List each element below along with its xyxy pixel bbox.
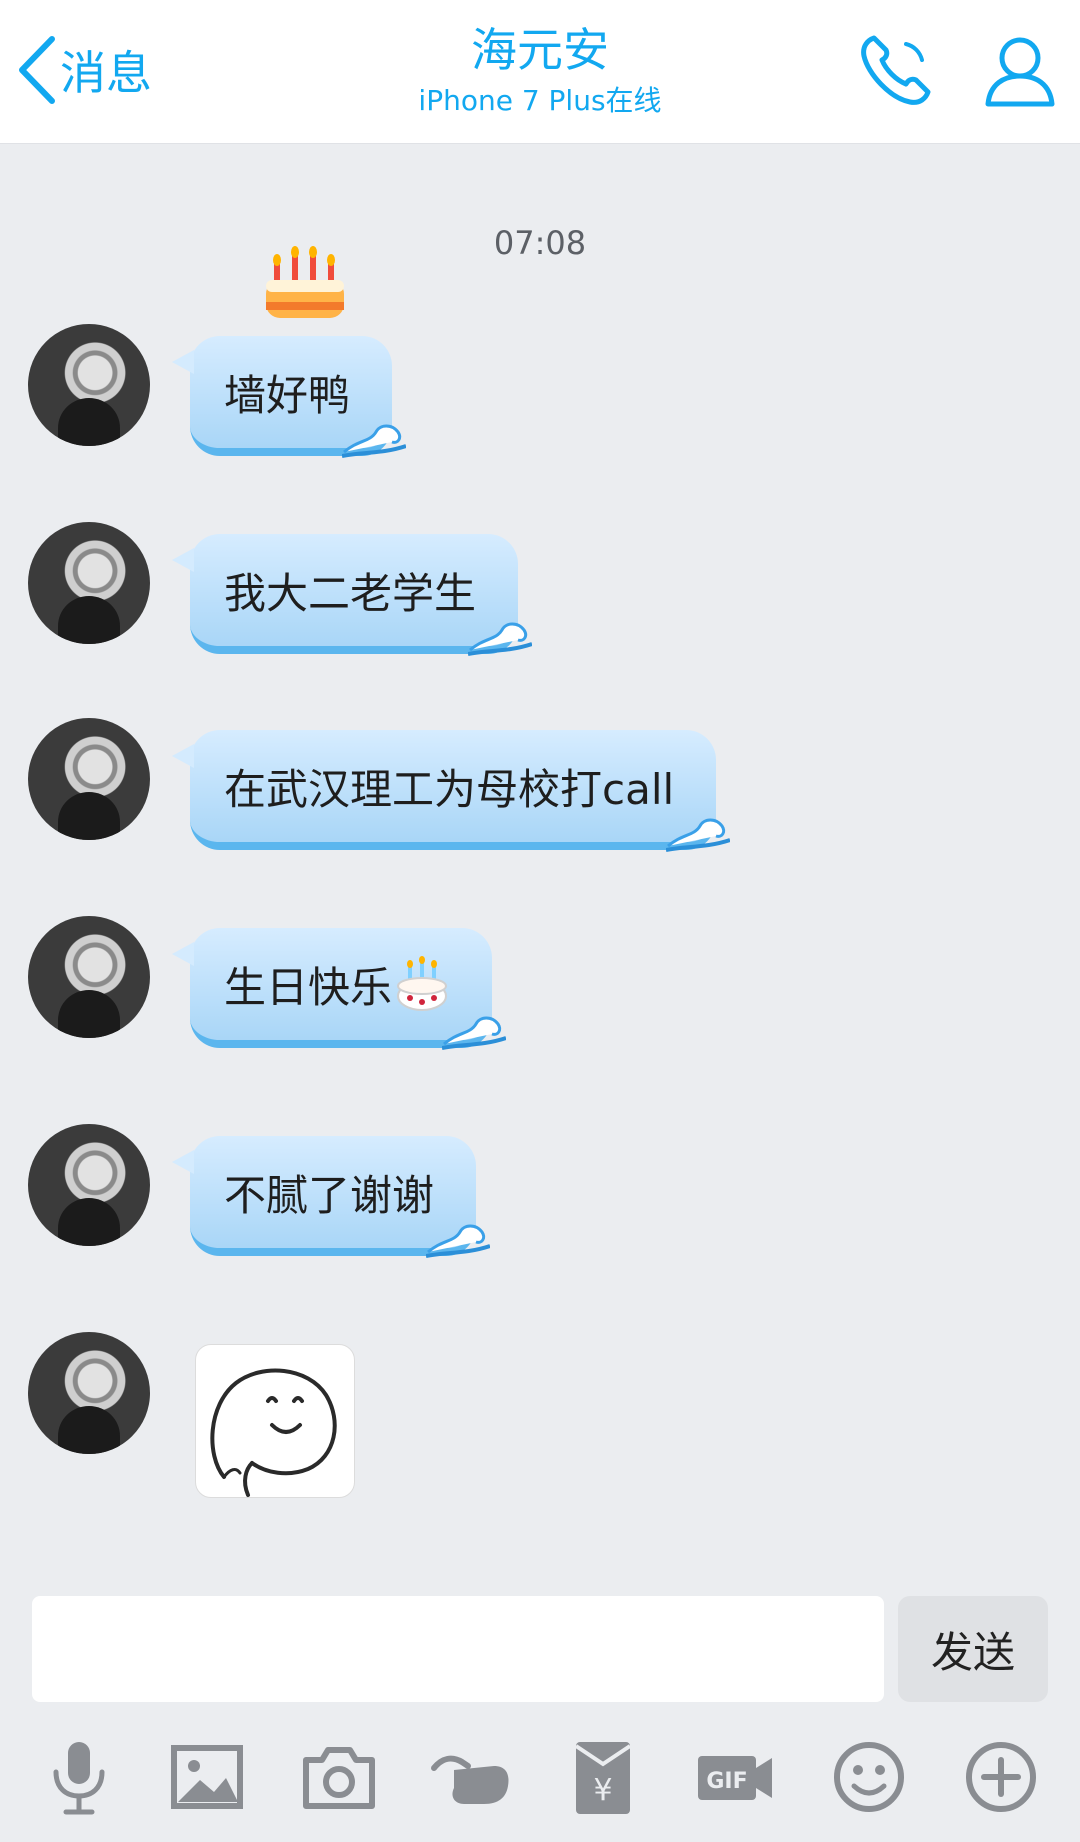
phone-icon[interactable] [856, 30, 936, 110]
message-text: 在武汉理工为母校打call [224, 764, 675, 814]
message-bubble[interactable]: 墙好鸭 [171, 336, 407, 458]
contact-avatar[interactable] [28, 324, 150, 446]
wave-decoration-icon [468, 622, 533, 656]
message-text: 我大二老学生 [224, 568, 477, 618]
camera-icon[interactable] [296, 1734, 382, 1820]
smiley-face-sticker[interactable] [195, 1344, 355, 1498]
cake-icon [266, 246, 344, 318]
red-envelope-icon[interactable]: ¥ [560, 1734, 646, 1820]
message-timestamp: 07:08 [493, 224, 587, 262]
message-text: 墙好鸭 [224, 370, 351, 420]
poke-hand-icon[interactable] [428, 1734, 514, 1820]
wave-decoration-icon [426, 1224, 491, 1258]
input-toolbar: ¥ GIF [0, 1734, 1080, 1824]
microphone-icon[interactable] [36, 1734, 122, 1820]
message-input[interactable] [32, 1596, 884, 1702]
chevron-left-icon [19, 36, 55, 104]
message-text: 生日快乐 [224, 962, 393, 1012]
message-bubble[interactable]: 在武汉理工为母校打call [171, 730, 731, 852]
image-icon[interactable] [164, 1734, 250, 1820]
svg-text:¥: ¥ [593, 1773, 612, 1808]
send-button[interactable]: 发送 [898, 1596, 1048, 1702]
contact-name: 海元安 [471, 23, 609, 77]
message-bubble[interactable]: 我大二老学生 [171, 534, 533, 656]
emoji-icon[interactable] [826, 1734, 912, 1820]
contact-title[interactable]: 海元安 iPhone 7 Plus在线 [300, 22, 780, 120]
message-bubble[interactable]: 生日快乐 [171, 928, 507, 1050]
contact-avatar[interactable] [28, 1332, 150, 1454]
svg-text:GIF: GIF [706, 1769, 747, 1794]
contact-avatar[interactable] [28, 1124, 150, 1246]
wave-decoration-icon [666, 818, 731, 852]
message-bubble[interactable]: 不腻了谢谢 [171, 1136, 491, 1258]
contact-status: iPhone 7 Plus在线 [418, 84, 662, 117]
plus-icon[interactable] [958, 1734, 1044, 1820]
wave-decoration-icon [442, 1016, 507, 1050]
wave-decoration-icon [342, 424, 407, 458]
chat-area[interactable]: 07:08 墙好鸭 我大二老学生 在武汉理工为母校打call 生日快乐 不腻了谢… [0, 144, 1080, 1584]
input-bar: 发送 ¥ GIF [0, 1584, 1080, 1842]
back-button[interactable]: 消息 [14, 30, 152, 110]
message-text: 不腻了谢谢 [224, 1170, 435, 1220]
gif-icon[interactable]: GIF [692, 1734, 778, 1820]
chat-header: 消息 海元安 iPhone 7 Plus在线 [0, 0, 1080, 144]
contact-avatar[interactable] [28, 916, 150, 1038]
person-icon[interactable] [980, 30, 1060, 110]
contact-avatar[interactable] [28, 522, 150, 644]
contact-avatar[interactable] [28, 718, 150, 840]
back-label: 消息 [60, 46, 152, 100]
smiley-face-icon [210, 1368, 337, 1497]
